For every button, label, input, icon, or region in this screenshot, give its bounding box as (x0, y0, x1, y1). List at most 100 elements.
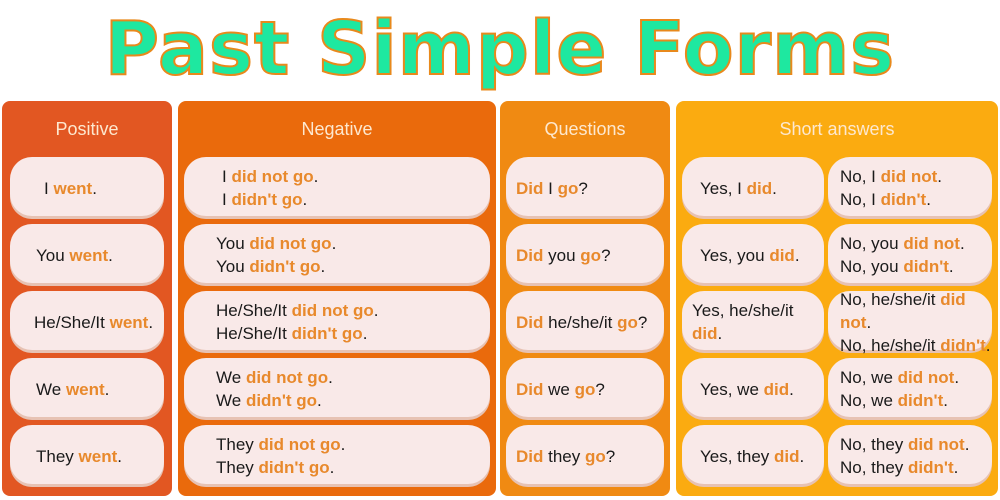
punctuation: . (92, 178, 97, 198)
negative-sentence: They did not go. They didn't go. (184, 425, 490, 487)
negative-sentence: You did not go. You didn't go. (184, 224, 490, 286)
punctuation: ? (601, 245, 611, 265)
subject: They (216, 435, 254, 454)
subject: He/She/It (216, 301, 287, 320)
sentence-line: He/She/It went. (34, 311, 164, 334)
short-answer-yes: Yes, they did. (682, 425, 824, 487)
punctuation: ? (605, 446, 616, 466)
punctuation: ? (595, 379, 605, 399)
subject: You (216, 234, 245, 253)
verb-highlight: didn't (908, 458, 954, 477)
sentence-line: No, we did not. (840, 366, 992, 389)
sentence-line: Yes, he/she/it did. (692, 299, 824, 345)
question-sentence: Did they go? (506, 425, 664, 487)
verb-highlight: went (69, 245, 109, 265)
sentence-line: They went. (36, 445, 164, 468)
punctuation: . (317, 391, 322, 410)
punctuation: . (302, 190, 308, 209)
positive-column: Positive I went. You went. He/She/It went.… (2, 101, 172, 496)
sentence-line: They didn't go. (216, 456, 490, 479)
sentence-line: Yes, they did. (700, 445, 824, 468)
answer-text: Yes, he/she/it (692, 301, 794, 320)
punctuation: . (926, 190, 931, 209)
verb-highlight: did not (903, 234, 960, 253)
short-answer-yes: Yes, we did. (682, 358, 824, 420)
verb-highlight: went (78, 446, 118, 466)
verb-highlight: didn't go (231, 190, 303, 209)
subject: I (44, 178, 49, 198)
verb-highlight: go (585, 446, 606, 466)
short-answer-no: No, we did not. No, we didn't. (828, 358, 992, 420)
subject: We (216, 391, 242, 410)
verb-highlight: did not go (245, 368, 329, 387)
punctuation: . (104, 379, 110, 399)
sentence-line: We went. (36, 378, 164, 401)
verb-highlight: did not (908, 435, 965, 454)
sentence-line: He/She/It didn't go. (216, 322, 490, 345)
sentence-line: They did not go. (216, 433, 490, 456)
sentence-line: He/She/It did not go. (216, 299, 490, 322)
sentence-line: No, you didn't. (840, 255, 992, 278)
question-sentence: Did we go? (506, 358, 664, 420)
subject: they (548, 446, 581, 466)
punctuation: . (953, 458, 959, 477)
answer-text: No, we (840, 391, 893, 410)
punctuation: . (954, 368, 960, 387)
subject: I (548, 178, 553, 198)
sentence-line: No, he/she/it did not. (840, 288, 992, 334)
sentence-line: No, I did not. (840, 165, 992, 188)
answer-text: No, they (840, 458, 904, 477)
punctuation: . (948, 257, 954, 276)
punctuation: . (313, 167, 319, 186)
sentence-line: No, I didn't. (840, 188, 992, 211)
sentence-line: You went. (36, 244, 164, 267)
sentence-line: You did not go. (216, 232, 490, 255)
verb-highlight: did (769, 245, 795, 265)
aux-highlight: Did (516, 312, 544, 332)
verb-highlight: went (53, 178, 93, 198)
subject: You (36, 245, 65, 265)
sentence-line: I went. (44, 177, 164, 200)
sentence-line: I didn't go. (222, 188, 490, 211)
punctuation: . (362, 324, 368, 343)
aux-highlight: Did (516, 379, 544, 399)
positive-sentence: You went. (10, 224, 164, 286)
short-answer-no: No, you did not. No, you didn't. (828, 224, 992, 286)
answer-text: No, we (840, 368, 893, 387)
verb-highlight: did not go (231, 167, 314, 186)
positive-sentence: He/She/It went. (10, 291, 164, 353)
verb-highlight: didn't go (249, 257, 321, 276)
punctuation: . (331, 234, 337, 253)
verb-highlight: did not (897, 368, 955, 387)
sentence-line: Yes, you did. (700, 244, 824, 267)
answer-text: Yes, they (700, 446, 770, 466)
subject: you (548, 245, 576, 265)
negative-header: Negative (301, 119, 373, 139)
punctuation: . (789, 379, 794, 399)
sentence-line: Did they go? (516, 445, 664, 468)
punctuation: . (772, 178, 777, 198)
punctuation: . (943, 391, 948, 410)
punctuation: . (329, 458, 335, 477)
verb-highlight: didn't (897, 391, 944, 410)
questions-header: Questions (544, 119, 626, 139)
positive-sentence: I went. (10, 157, 164, 219)
questions-column: Questions Did I go? Did you go? Did he/she… (500, 101, 670, 496)
verb-highlight: go (574, 379, 596, 399)
answer-text: Yes, you (700, 245, 765, 265)
punctuation: . (320, 257, 326, 276)
negative-sentence: We did not go. We didn't go. (184, 358, 490, 420)
subject: He/She/It (34, 312, 105, 332)
subject: we (548, 379, 570, 399)
positive-header: Positive (55, 119, 119, 139)
verb-highlight: did (763, 379, 790, 399)
answer-text: No, I (840, 190, 876, 209)
punctuation: . (148, 312, 154, 332)
positive-sentence: They went. (10, 425, 164, 487)
punctuation: . (964, 435, 970, 454)
punctuation: . (328, 368, 333, 387)
punctuation: . (373, 301, 379, 320)
question-sentence: Did I go? (506, 157, 664, 219)
answer-text: No, he/she/it (840, 335, 936, 355)
page-title: Past Simple Forms (104, 5, 896, 93)
